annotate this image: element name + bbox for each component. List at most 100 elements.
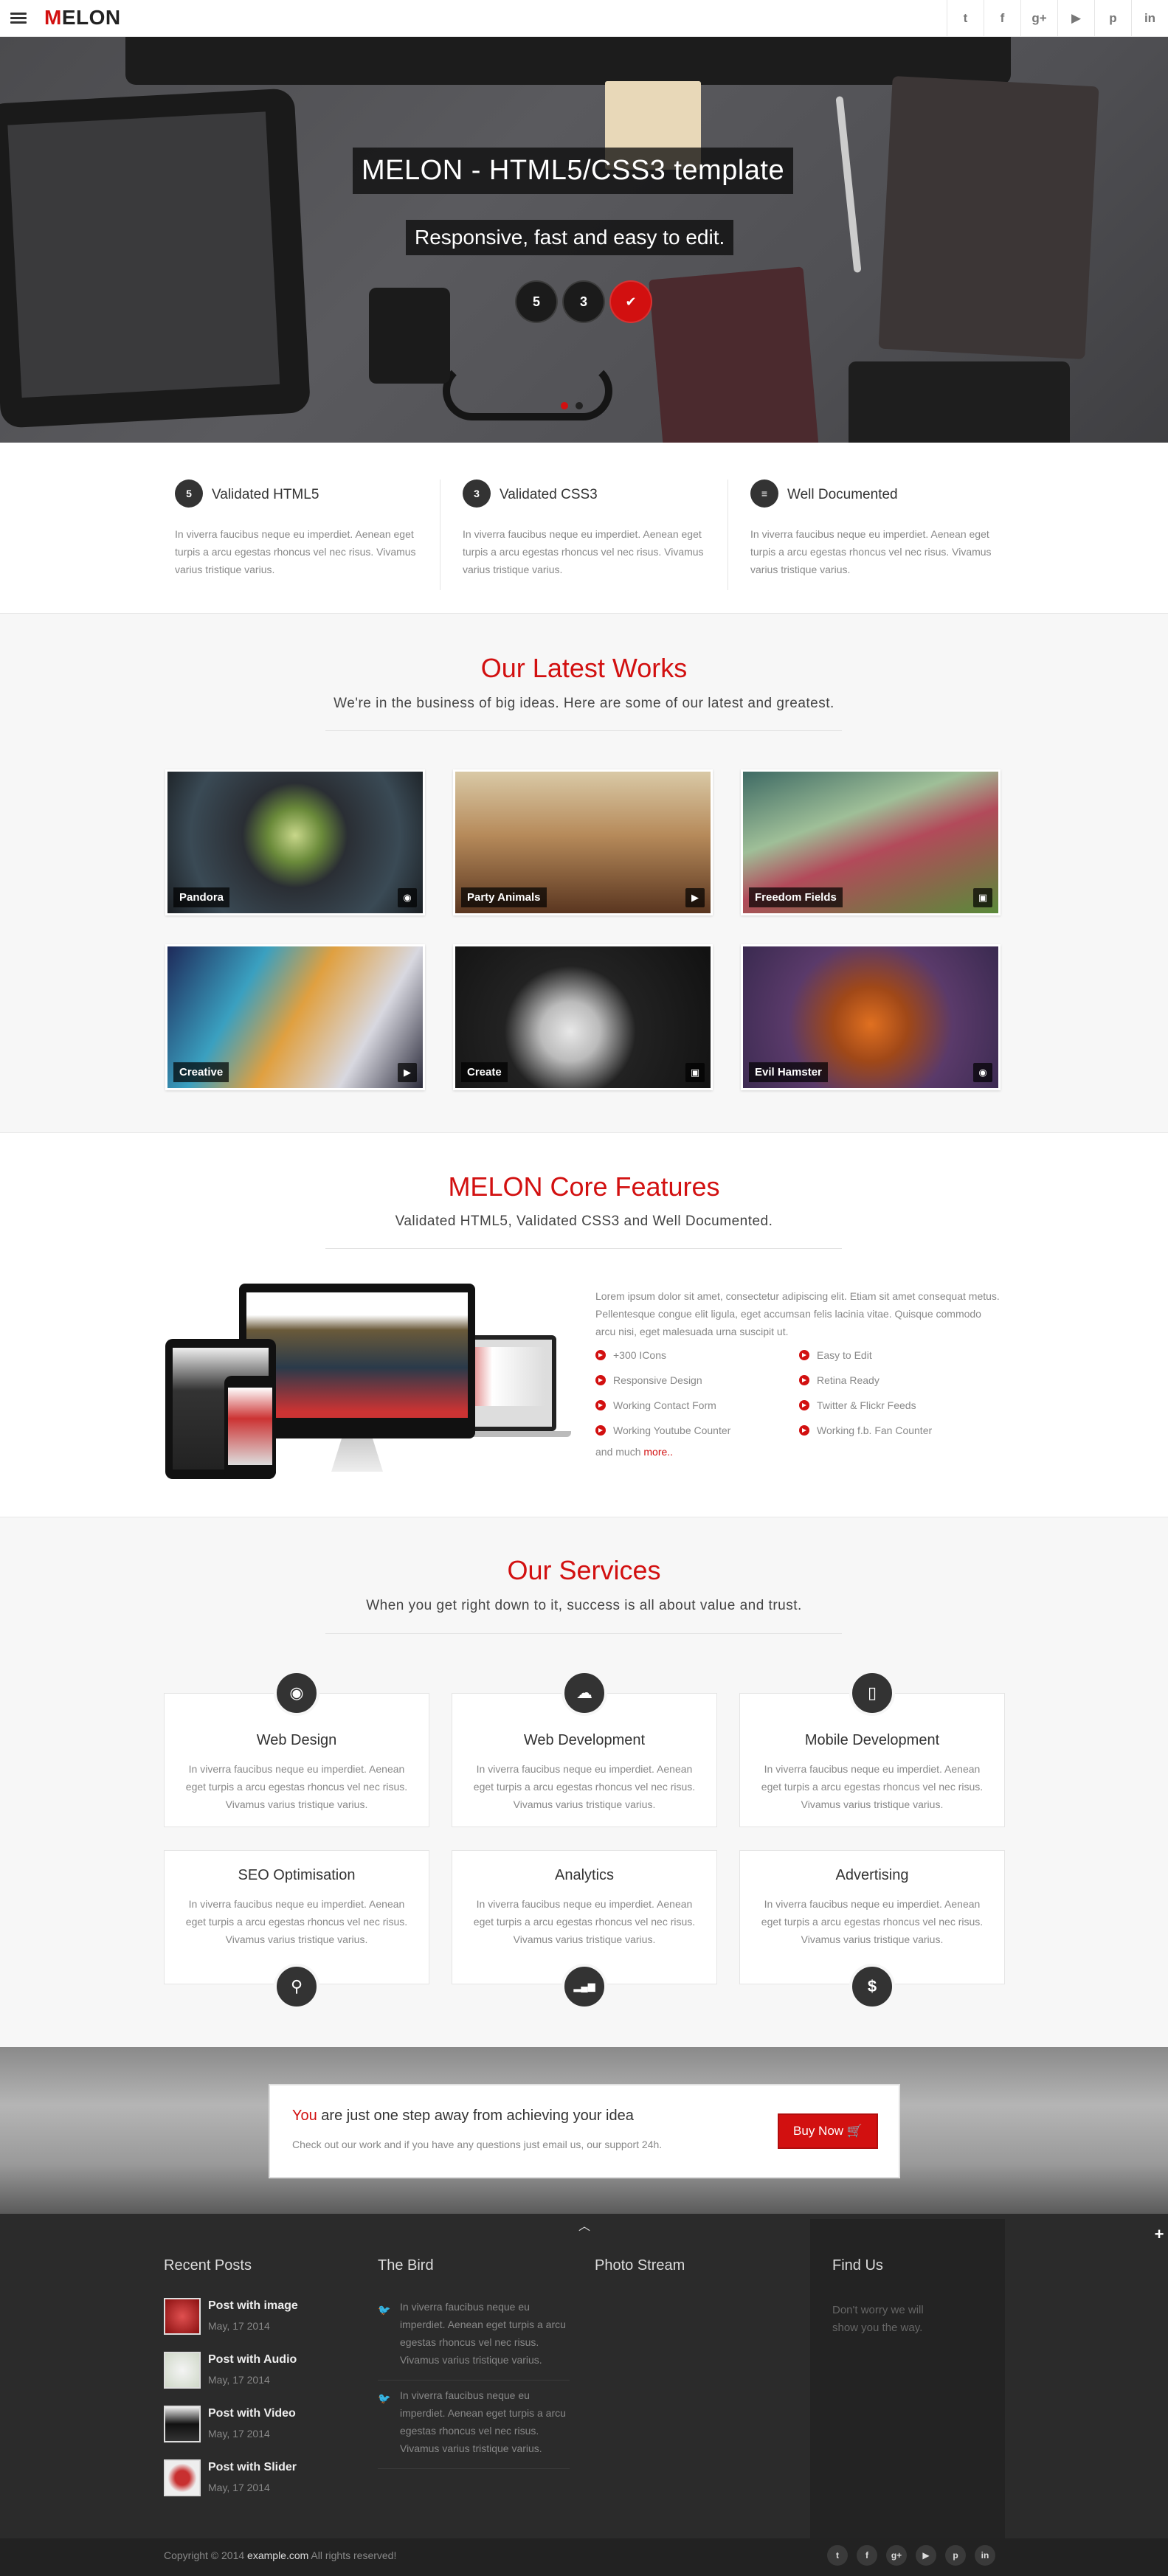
hamburger-menu-icon[interactable] [10,10,27,27]
post-thumbnail [164,2352,201,2389]
recent-posts-title: Recent Posts [164,2257,252,2274]
notebook-image [649,266,820,443]
play-icon: ▶ [685,888,705,907]
feature-text: In viverra faucibus neque eu imperdiet. … [175,528,416,575]
works-title: Our Latest Works [480,653,688,683]
work-caption: Create [461,1062,508,1082]
monitor-image [125,37,1011,85]
image-icon: ▣ [685,1063,705,1082]
recent-post[interactable]: Post with image May, 17 2014 [164,2298,356,2344]
pinterest-icon[interactable]: p [945,2545,966,2566]
works-subtitle: We're in the business of big ideas. Here… [334,696,834,711]
twitter-bird-icon: 🐦 [378,2304,391,2316]
list-item: +300 ICons [595,1343,730,1368]
feature-css3: 3 Validated CSS3 In viverra faucibus neq… [463,479,713,590]
divider [325,1633,842,1634]
post-date: May, 17 2014 [208,2374,270,2386]
the-bird-title: The Bird [378,2257,434,2274]
service-title: SEO Optimisation [238,1867,356,1883]
work-caption: Pandora [173,887,230,907]
core-more-text: and much more.. [595,1446,674,1458]
scroll-up-icon[interactable]: ︿ [576,2216,593,2233]
image-icon: ▣ [973,888,992,907]
core-feature-list-right: Easy to Edit Retina Ready Twitter & Flic… [799,1343,932,1443]
service-text: In viverra faucibus neque eu imperdiet. … [761,1763,984,1810]
more-link[interactable]: more.. [643,1446,673,1458]
work-caption: Freedom Fields [749,887,843,907]
list-item: Responsive Design [595,1368,730,1393]
core-feature-list-left: +300 ICons Responsive Design Working Con… [595,1343,730,1443]
divider [378,2468,570,2469]
book-icon: ≡ [750,479,778,508]
list-item: Twitter & Flickr Feeds [799,1393,932,1418]
work-item-creative[interactable]: Creative ▶ [165,944,425,1090]
facebook-icon[interactable]: f [857,2545,877,2566]
work-item-evil-hamster[interactable]: Evil Hamster ◉ [741,944,1001,1090]
globe-icon: ◉ [274,1670,319,1716]
signal-icon: ▂▄▆ [561,1964,607,2009]
cta-note: Check out our work and if you have any q… [292,2139,663,2150]
work-item-party-animals[interactable]: Party Animals ▶ [453,769,713,915]
globe-icon: ◉ [973,1063,992,1082]
plus-icon[interactable]: + [1151,2226,1167,2243]
slider-dot[interactable] [561,402,568,409]
search-icon: ⚲ [274,1964,319,2009]
site-logo[interactable]: MELON [44,6,121,30]
facebook-icon[interactable]: f [984,0,1020,37]
work-caption: Evil Hamster [749,1062,828,1082]
tweet: 🐦 In viverra faucibus neque eu imperdiet… [378,2389,566,2454]
core-description: Lorem ipsum dolor sit amet, consectetur … [595,1290,1000,1337]
play-icon: ▶ [398,1063,417,1082]
services-title: Our Services [507,1555,661,1585]
find-us-title: Find Us [832,2257,883,2274]
glasses-image [443,361,612,420]
twitter-icon[interactable]: t [947,0,984,37]
post-title[interactable]: Post with Audio [208,2353,297,2366]
post-thumbnail [164,2298,201,2335]
slider-dots [561,402,583,409]
recent-post[interactable]: Post with Audio May, 17 2014 [164,2352,356,2397]
social-links-bottom: t f g+ ▶ p in [827,2545,995,2566]
site-link[interactable]: example.com [247,2549,308,2561]
service-text: In viverra faucibus neque eu imperdiet. … [473,1763,696,1810]
css3-icon: 3 [463,479,491,508]
post-date: May, 17 2014 [208,2320,270,2332]
google-plus-icon[interactable]: g+ [886,2545,907,2566]
slider-dot[interactable] [576,402,583,409]
linkedin-icon[interactable]: in [1131,0,1168,37]
pinterest-icon[interactable]: p [1094,0,1131,37]
work-caption: Creative [173,1062,229,1082]
work-item-create[interactable]: Create ▣ [453,944,713,1090]
work-item-pandora[interactable]: Pandora ◉ [165,769,425,915]
post-title[interactable]: Post with Video [208,2407,296,2420]
photo-stream-title: Photo Stream [595,2257,685,2274]
monitor-stand-image [331,1438,383,1472]
recent-post[interactable]: Post with Slider May, 17 2014 [164,2459,356,2505]
hero-slider: MELON - HTML5/CSS3 template Responsive, … [0,37,1168,443]
globe-icon: ◉ [398,888,417,907]
list-item: Easy to Edit [799,1343,932,1368]
post-title[interactable]: Post with Slider [208,2461,297,2474]
tweet: 🐦 In viverra faucibus neque eu imperdiet… [378,2301,566,2366]
post-date: May, 17 2014 [208,2482,270,2493]
work-item-freedom-fields[interactable]: Freedom Fields ▣ [741,769,1001,915]
feature-documented: ≡ Well Documented In viverra faucibus ne… [750,479,1001,590]
post-thumbnail [164,2406,201,2442]
buy-now-button[interactable]: Buy Now 🛒 [778,2113,878,2149]
service-title: Web Development [523,1732,646,1748]
twitter-icon[interactable]: t [827,2545,848,2566]
copyright-text: Copyright © 2014 example.com All rights … [164,2549,397,2561]
recent-post[interactable]: Post with Video May, 17 2014 [164,2406,356,2451]
feature-text: In viverra faucibus neque eu imperdiet. … [463,528,704,575]
diary-image [878,75,1099,360]
linkedin-icon[interactable]: in [975,2545,995,2566]
youtube-icon[interactable]: ▶ [1057,0,1094,37]
find-us-note: Don't worry we will show you the way. [832,2304,924,2334]
service-title: Advertising [835,1867,909,1883]
css3-badge-icon: 3 [562,280,605,323]
top-navbar: MELON t f g+ ▶ p in [0,0,1168,37]
service-text: In viverra faucibus neque eu imperdiet. … [185,1763,408,1810]
google-plus-icon[interactable]: g+ [1020,0,1057,37]
post-title[interactable]: Post with image [208,2299,298,2313]
youtube-icon[interactable]: ▶ [916,2545,936,2566]
